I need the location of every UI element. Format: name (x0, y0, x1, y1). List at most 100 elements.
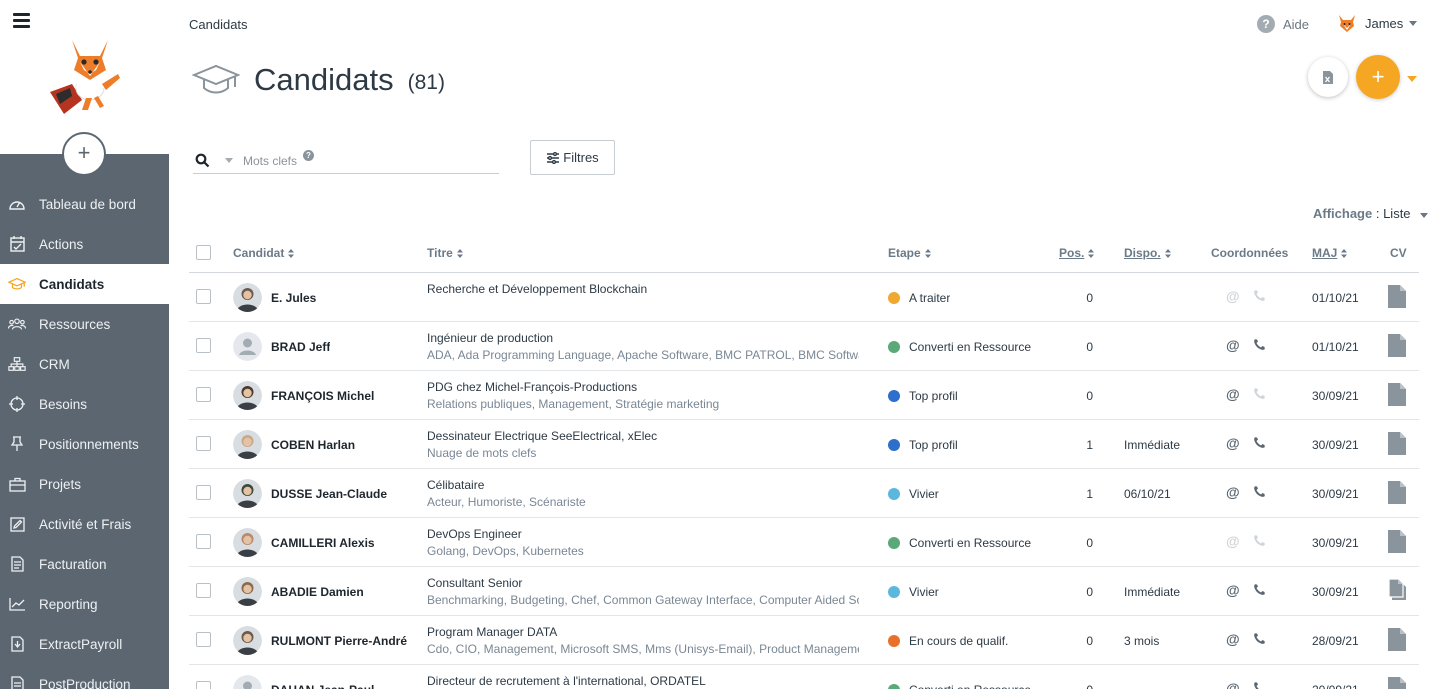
cv-document-icon[interactable] (1387, 676, 1407, 689)
col-header-titre[interactable]: Titre (427, 246, 463, 260)
email-icon[interactable]: @ (1226, 533, 1240, 549)
candidate-name[interactable]: CAMILLERI Alexis (271, 536, 375, 550)
cv-document-icon[interactable] (1387, 431, 1407, 459)
pin-icon (8, 435, 26, 453)
email-icon[interactable]: @ (1226, 288, 1240, 304)
candidate-avatar (233, 381, 262, 410)
candidate-name[interactable]: RULMONT Pierre-André (271, 634, 407, 648)
col-header-pos[interactable]: Pos. (1059, 246, 1095, 260)
phone-icon[interactable] (1253, 387, 1266, 403)
table-row[interactable]: DUSSE Jean-Claude Célibataire Acteur, Hu… (189, 469, 1419, 518)
sidebar-item-extractpayroll[interactable]: ExtractPayroll (0, 624, 169, 664)
last-update-date: 30/09/21 (1312, 438, 1359, 452)
candidate-skills: Benchmarking, Budgeting, Chef, Common Ga… (427, 593, 859, 607)
row-checkbox[interactable] (196, 583, 211, 598)
display-mode-label: Affichage (1313, 206, 1373, 221)
phone-icon[interactable] (1253, 583, 1266, 599)
sidebar-item-ressources[interactable]: Ressources (0, 304, 169, 344)
phone-icon[interactable] (1253, 632, 1266, 648)
phone-icon[interactable] (1253, 338, 1266, 354)
email-icon[interactable]: @ (1226, 386, 1240, 402)
cv-document-icon[interactable] (1387, 333, 1407, 361)
table-row[interactable]: E. Jules Recherche et Développement Bloc… (189, 273, 1419, 322)
candidate-name[interactable]: E. Jules (271, 291, 316, 305)
stage-badge: Vivier (888, 487, 939, 501)
email-icon[interactable]: @ (1226, 337, 1240, 353)
display-mode-selector[interactable]: Affichage : Liste (1313, 206, 1429, 221)
sidebar-item-positionnements[interactable]: Positionnements (0, 424, 169, 464)
filters-button[interactable]: Filtres (530, 140, 615, 175)
row-checkbox[interactable] (196, 338, 211, 353)
cv-document-icon[interactable] (1387, 529, 1407, 557)
candidate-name[interactable]: COBEN Harlan (271, 438, 355, 452)
cv-document-icon[interactable] (1387, 284, 1407, 312)
phone-icon[interactable] (1253, 534, 1266, 550)
cv-document-icon[interactable] (1387, 382, 1407, 410)
table-row[interactable]: DAHAN Jean-Paul Directeur de recrutement… (189, 665, 1419, 689)
sidebar-item-activite-et-frais[interactable]: Activité et Frais (0, 504, 169, 544)
email-icon[interactable]: @ (1226, 484, 1240, 500)
help-link[interactable]: ? Aide (1257, 15, 1309, 33)
table-row[interactable]: FRANÇOIS Michel PDG chez Michel-François… (189, 371, 1419, 420)
email-icon[interactable]: @ (1226, 680, 1240, 689)
add-candidate-button[interactable]: + (1356, 55, 1400, 99)
email-icon[interactable]: @ (1226, 631, 1240, 647)
candidate-title: Ingénieur de production (427, 331, 554, 345)
table-row[interactable]: BRAD Jeff Ingénieur de production ADA, A… (189, 322, 1419, 371)
email-icon[interactable]: @ (1226, 582, 1240, 598)
sidebar-item-besoins[interactable]: Besoins (0, 384, 169, 424)
stage-label: A traiter (909, 291, 951, 305)
sidebar-item-crm[interactable]: CRM (0, 344, 169, 384)
candidate-name[interactable]: BRAD Jeff (271, 340, 330, 354)
export-excel-button[interactable] (1308, 57, 1348, 97)
phone-icon[interactable] (1253, 485, 1266, 501)
row-checkbox[interactable] (196, 387, 211, 402)
search-help-icon[interactable]: ? (303, 150, 314, 161)
table-row[interactable]: ABADIE Damien Consultant Senior Benchmar… (189, 567, 1419, 616)
email-icon[interactable]: @ (1226, 435, 1240, 451)
col-header-dispo[interactable]: Dispo. (1124, 246, 1171, 260)
table-row[interactable]: COBEN Harlan Dessinateur Electrique SeeE… (189, 420, 1419, 469)
stage-label: Vivier (909, 585, 939, 599)
breadcrumb: Candidats (189, 17, 248, 32)
phone-icon[interactable] (1253, 681, 1266, 689)
row-checkbox[interactable] (196, 436, 211, 451)
cv-document-icon[interactable] (1387, 627, 1407, 655)
candidate-name[interactable]: DUSSE Jean-Claude (271, 487, 387, 501)
row-checkbox[interactable] (196, 681, 211, 689)
sidebar-item-actions[interactable]: Actions (0, 224, 169, 264)
row-checkbox[interactable] (196, 485, 211, 500)
sidebar-item-tableau-de-bord[interactable]: Tableau de bord (0, 184, 169, 224)
search-icon[interactable] (195, 153, 210, 168)
row-checkbox[interactable] (196, 632, 211, 647)
phone-icon[interactable] (1253, 289, 1266, 305)
cv-document-icon[interactable] (1387, 578, 1409, 605)
user-menu[interactable]: James (1337, 13, 1418, 33)
add-options-chevron-icon[interactable] (1407, 76, 1417, 82)
row-checkbox[interactable] (196, 534, 211, 549)
sidebar-item-label: Projets (39, 476, 82, 492)
table-row[interactable]: RULMONT Pierre-André Program Manager DAT… (189, 616, 1419, 665)
col-header-etape[interactable]: Etape (888, 246, 931, 260)
search-input[interactable] (243, 153, 299, 168)
hamburger-menu-icon[interactable] (13, 13, 30, 28)
sidebar-item-candidats[interactable]: Candidats (0, 264, 169, 304)
quick-add-button[interactable]: + (62, 132, 106, 176)
phone-icon[interactable] (1253, 436, 1266, 452)
cv-document-icon[interactable] (1387, 480, 1407, 508)
sidebar-item-projets[interactable]: Projets (0, 464, 169, 504)
sidebar-item-label: Facturation (39, 556, 107, 572)
table-row[interactable]: CAMILLERI Alexis DevOps Engineer Golang,… (189, 518, 1419, 567)
row-checkbox[interactable] (196, 289, 211, 304)
sidebar-item-facturation[interactable]: Facturation (0, 544, 169, 584)
col-header-candidat[interactable]: Candidat (233, 246, 295, 260)
candidate-name[interactable]: ABADIE Damien (271, 585, 364, 599)
col-header-maj[interactable]: MAJ (1312, 246, 1348, 260)
sidebar-item-postproduction[interactable]: PostProduction (0, 664, 169, 689)
col-label: Titre (427, 246, 453, 260)
select-all-checkbox[interactable] (196, 245, 211, 260)
sidebar-item-reporting[interactable]: Reporting (0, 584, 169, 624)
candidate-name[interactable]: FRANÇOIS Michel (271, 389, 374, 403)
candidate-name[interactable]: DAHAN Jean-Paul (271, 683, 374, 689)
search-mode-chevron-icon[interactable] (225, 158, 233, 163)
